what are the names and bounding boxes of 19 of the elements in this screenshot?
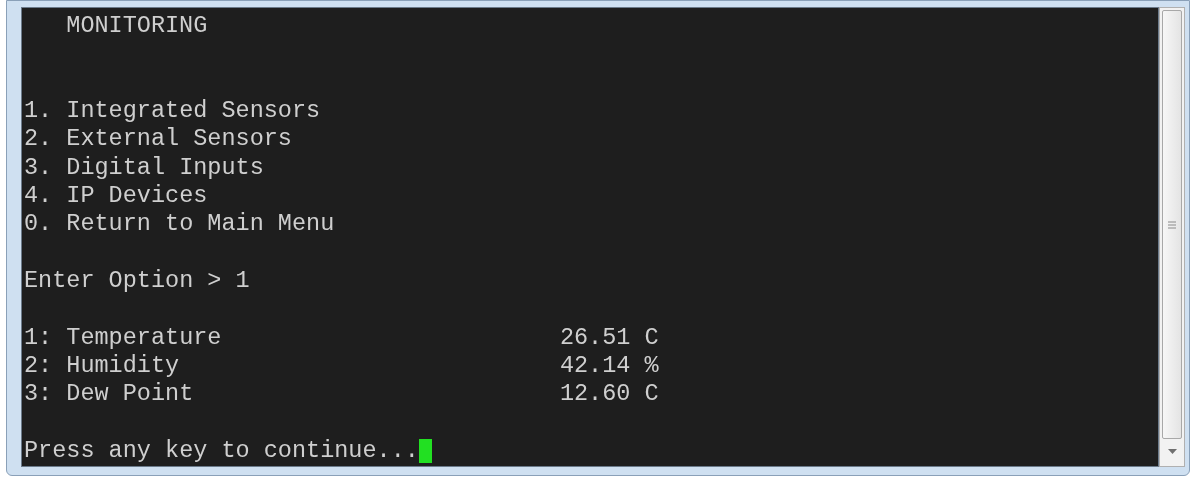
menu-option: 1. Integrated Sensors (24, 97, 321, 126)
menu-option: 3. Digital Inputs (24, 153, 264, 182)
text-cursor (418, 439, 432, 464)
reading-value: 12.60 C (559, 380, 659, 409)
reading-value: 42.14 % (559, 351, 659, 381)
reading-label: 1: Temperature (24, 323, 223, 352)
scrollbar[interactable] (1159, 7, 1185, 467)
menu-title: MONITORING (65, 12, 208, 41)
reading-label: 3: Dew Point (24, 380, 195, 409)
grip-icon (1168, 220, 1176, 229)
scrollbar-thumb[interactable] (1162, 10, 1182, 439)
menu-option: 2. External Sensors (24, 125, 292, 154)
reading-value: 26.51 C (559, 323, 659, 352)
scroll-down-icon[interactable] (1167, 449, 1177, 454)
reading-label: 2: Humidity (24, 351, 181, 381)
continue-prompt: Press any key to continue... (24, 436, 419, 466)
menu-option: 0. Return to Main Menu (24, 210, 335, 239)
menu-option: 4. IP Devices (24, 181, 208, 211)
input-prompt: Enter Option > 1 (24, 266, 250, 296)
